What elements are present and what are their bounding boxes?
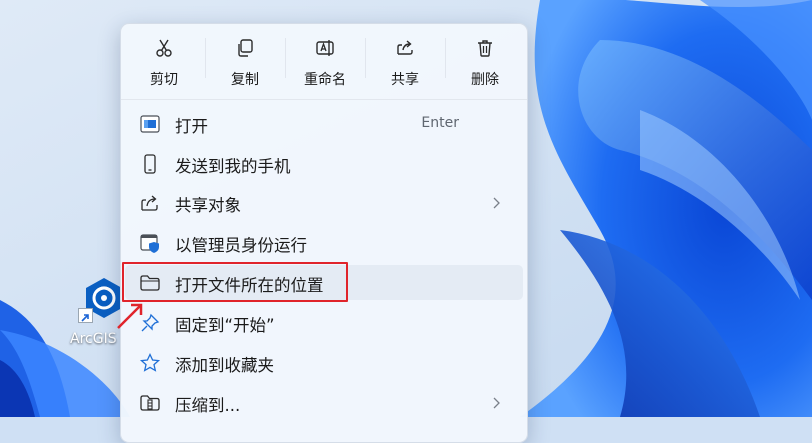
- share-icon: [397, 40, 413, 55]
- action-divider: [365, 38, 366, 78]
- rename-button[interactable]: 重命名: [287, 32, 363, 94]
- context-menu: 剪切 复制 重命名 共享 删除 打开 Enter 发送到我的手机 共享对象 以管…: [120, 23, 528, 443]
- star-icon: [139, 352, 161, 372]
- action-divider: [445, 38, 446, 78]
- menu-item-label: 打开: [175, 117, 208, 136]
- rename-icon: [316, 40, 334, 56]
- chevron-right-icon: [493, 197, 500, 209]
- menu-item-add-to-favorites[interactable]: 添加到收藏夹: [125, 345, 523, 380]
- menu-item-label: 添加到收藏夹: [175, 356, 274, 375]
- menu-item-label: 共享对象: [175, 196, 241, 215]
- red-arrow-annotation: [117, 303, 143, 329]
- menu-item-shortcut: Enter: [421, 115, 459, 131]
- menu-item-open[interactable]: 打开 Enter: [125, 106, 523, 141]
- delete-button[interactable]: 删除: [447, 32, 523, 94]
- phone-icon: [144, 154, 156, 174]
- shortcut-arrow-icon: [78, 308, 93, 323]
- action-divider: [205, 38, 206, 78]
- scissors-icon: [156, 39, 172, 57]
- admin-shield-icon: [140, 234, 159, 253]
- cut-label: 剪切: [150, 72, 178, 88]
- menu-item-share-with[interactable]: 共享对象: [125, 185, 523, 220]
- rename-label: 重命名: [304, 72, 346, 88]
- share-button[interactable]: 共享: [367, 32, 443, 94]
- menu-item-label: 固定到“开始”: [175, 316, 275, 335]
- menu-item-label: 发送到我的手机: [175, 157, 291, 176]
- menu-item-compress-to[interactable]: 压缩到...: [125, 385, 523, 420]
- share-label: 共享: [391, 72, 419, 88]
- highlight-annotation-box: [122, 262, 348, 302]
- menu-item-send-to-phone[interactable]: 发送到我的手机: [125, 146, 523, 181]
- menu-divider: [121, 99, 527, 100]
- menu-item-label: 压缩到...: [175, 396, 241, 415]
- menu-item-label: 以管理员身份运行: [175, 236, 307, 255]
- chevron-right-icon: [493, 397, 500, 409]
- share-arrow-icon: [141, 195, 158, 211]
- delete-label: 删除: [471, 72, 499, 88]
- copy-icon: [238, 39, 253, 57]
- context-menu-action-bar: 剪切 复制 重命名 共享 删除: [121, 24, 527, 98]
- menu-item-run-as-admin[interactable]: 以管理员身份运行: [125, 225, 523, 260]
- copy-button[interactable]: 复制: [207, 32, 283, 94]
- compress-folder-icon: [140, 395, 160, 411]
- menu-item-pin-to-start[interactable]: 固定到“开始”: [125, 305, 523, 340]
- open-window-icon: [140, 115, 160, 133]
- cut-button[interactable]: 剪切: [126, 32, 202, 94]
- action-divider: [285, 38, 286, 78]
- trash-icon: [478, 40, 492, 57]
- copy-label: 复制: [231, 72, 259, 88]
